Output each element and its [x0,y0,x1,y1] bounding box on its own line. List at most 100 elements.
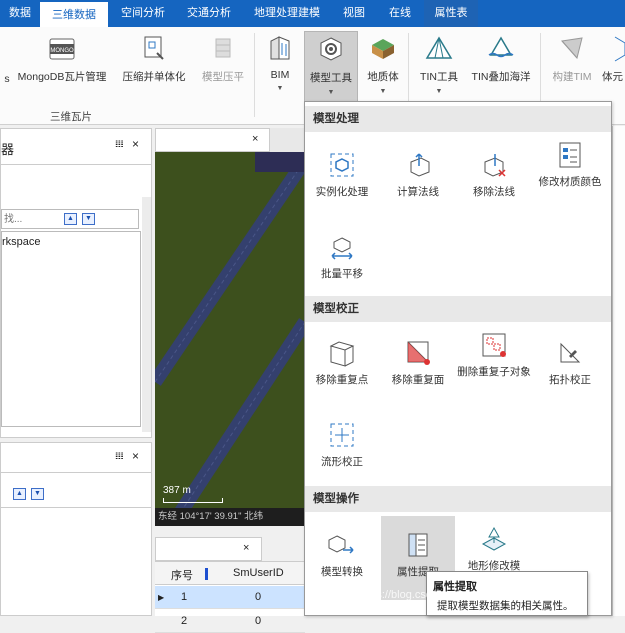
close-icon[interactable]: × [132,137,139,151]
sort-marker [205,568,208,580]
partial-button[interactable]: s [0,31,14,113]
search-up-button[interactable]: ▲ [64,213,77,225]
tab-spatial-analysis[interactable]: 空间分析 [110,0,176,27]
model-flatten-button[interactable]: 模型压平 [196,31,250,113]
calc-normals-item[interactable]: 计算法线 [381,150,455,199]
pin-icon[interactable]: 𝍖 [115,451,124,462]
section-model-operation: 模型操作 [305,486,611,512]
tab-3d-data[interactable]: 三维数据 [40,0,108,27]
flatten-icon [215,38,231,58]
table-row[interactable]: 2 0 [155,610,305,633]
map-tab[interactable]: × [155,128,270,152]
column-header-smuserid[interactable]: SmUserID [233,567,284,579]
close-icon[interactable]: × [252,133,258,145]
terrain-modify-icon [481,526,507,551]
search-down-button[interactable]: ▼ [82,213,95,225]
remove-normals-icon [484,154,506,177]
scrollbar[interactable] [142,197,151,432]
build-tin-label: 构建TIM [552,71,592,83]
tree-item-workspace[interactable]: rkspace [2,236,41,248]
compress-monomerize-button[interactable]: 压缩并单体化 [114,31,194,113]
remove-normals-label: 移除法线 [473,186,515,198]
manifold-correct-item[interactable]: 流形校正 [305,420,379,469]
down-button[interactable]: ▼ [31,488,44,500]
model-convert-label: 模型转换 [321,566,363,578]
divider [1,507,151,508]
topology-correct-label: 拓扑校正 [549,374,591,386]
remove-dup-subobjects-label: 删除重复子对象 [457,366,531,378]
tin-ocean-label: TIN叠加海洋 [471,71,531,83]
row-pointer-icon: ▶ [158,593,165,602]
panel-title-bar: 器 𝍖 × [1,129,151,165]
remove-dup-points-item[interactable]: 移除重复点 [305,338,379,387]
topology-correct-item[interactable]: 拓扑校正 [533,338,607,387]
model-tools-dropdown: 模型处理 实例化处理 计算法线 移除法线 修改材质颜色 批量平移 模型校正 移除… [304,101,612,616]
close-icon[interactable]: × [243,542,249,554]
remove-dup-subobjects-icon [482,333,506,357]
model-tools-label: 模型工具 [310,72,352,84]
table-header: 序号 SmUserID [155,562,305,585]
remove-dup-faces-label: 移除重复面 [391,374,445,386]
section-model-processing: 模型处理 [305,106,611,132]
row-index: 2 [181,615,188,627]
attribute-table-tab[interactable]: × [155,537,262,561]
terrain-modify-item[interactable]: 地形修改模 [457,524,531,573]
material-color-icon [559,142,581,168]
remove-dup-points-icon [329,341,355,367]
bim-label: BIM [270,69,290,81]
layer-manager-panel: 𝍖 × ▲ ▼ [0,442,152,616]
tab-online[interactable]: 在线 [376,0,424,27]
modify-material-item[interactable]: 修改材质颜色 [533,140,607,189]
manifold-correct-label: 流形校正 [321,456,363,468]
row-index: 1 [181,591,188,603]
mongodb-tile-label: MongoDB瓦片管理 [17,71,107,83]
bim-dropdown-icon: ▼ [276,85,284,92]
tab-view[interactable]: 视图 [332,0,376,27]
tab-traffic-analysis[interactable]: 交通分析 [176,0,242,27]
topology-correct-icon [560,342,581,363]
scale-label: 387 m [163,485,191,496]
modify-material-label: 修改材质颜色 [538,176,602,188]
remove-dup-faces-icon [407,341,430,365]
remove-dup-faces-item[interactable]: 移除重复面 [381,338,455,387]
tin-tools-dropdown-icon: ▼ [435,88,443,95]
search-input[interactable] [2,210,62,228]
tin-tools-label: TIN工具 [420,71,458,83]
mongodb-icon: MONGO [49,38,75,60]
voxel-icon [614,36,625,62]
voxel-label: 体元 [602,71,623,83]
flatten-label: 模型压平 [202,71,244,83]
row-value: 0 [255,591,262,603]
bim-button[interactable]: BIM ▼ [258,31,302,113]
table-row[interactable]: ▶ 1 0 [155,586,305,609]
svg-text:MONGO: MONGO [50,48,74,54]
row-value: 0 [255,615,262,627]
close-icon[interactable]: × [132,449,139,463]
bim-icon [270,36,290,60]
remove-dup-points-label: 移除重复点 [315,374,369,386]
section-model-correction: 模型校正 [305,296,611,322]
right-panel-edge [612,126,625,616]
calc-normals-icon [410,153,430,177]
instancing-icon [330,153,354,177]
mongodb-tile-button[interactable]: MONGO MongoDB瓦片管理 [14,31,110,113]
watermark: https://blog.csdn.net/supermapsupport/10… [358,589,567,601]
column-header-index[interactable]: 序号 [171,567,193,583]
up-button[interactable]: ▲ [13,488,26,500]
calc-normals-label: 计算法线 [397,186,439,198]
tab-geoprocessing[interactable]: 地理处理建模 [243,0,331,27]
panel-title-bar: 𝍖 × [1,443,151,473]
tab-attribute-table[interactable]: 属性表 [424,0,478,27]
batch-translate-item[interactable]: 批量平移 [305,232,379,281]
instancing-item[interactable]: 实例化处理 [305,150,379,199]
batch-translate-icon [331,237,353,260]
remove-dup-subobjects-item[interactable]: 删除重复子对象 [457,330,531,379]
remove-normals-item[interactable]: 移除法线 [457,150,531,199]
pin-icon[interactable]: 𝍖 [115,139,124,150]
tab-data[interactable]: 数据 [0,0,40,27]
tin-icon [425,36,453,59]
workspace-manager-panel: 器 𝍖 × ▲ ▼ rkspace [0,128,152,438]
instancing-label: 实例化处理 [315,186,369,198]
model-convert-item[interactable]: 模型转换 [305,530,379,579]
map-view[interactable]: 387 m [155,152,305,524]
